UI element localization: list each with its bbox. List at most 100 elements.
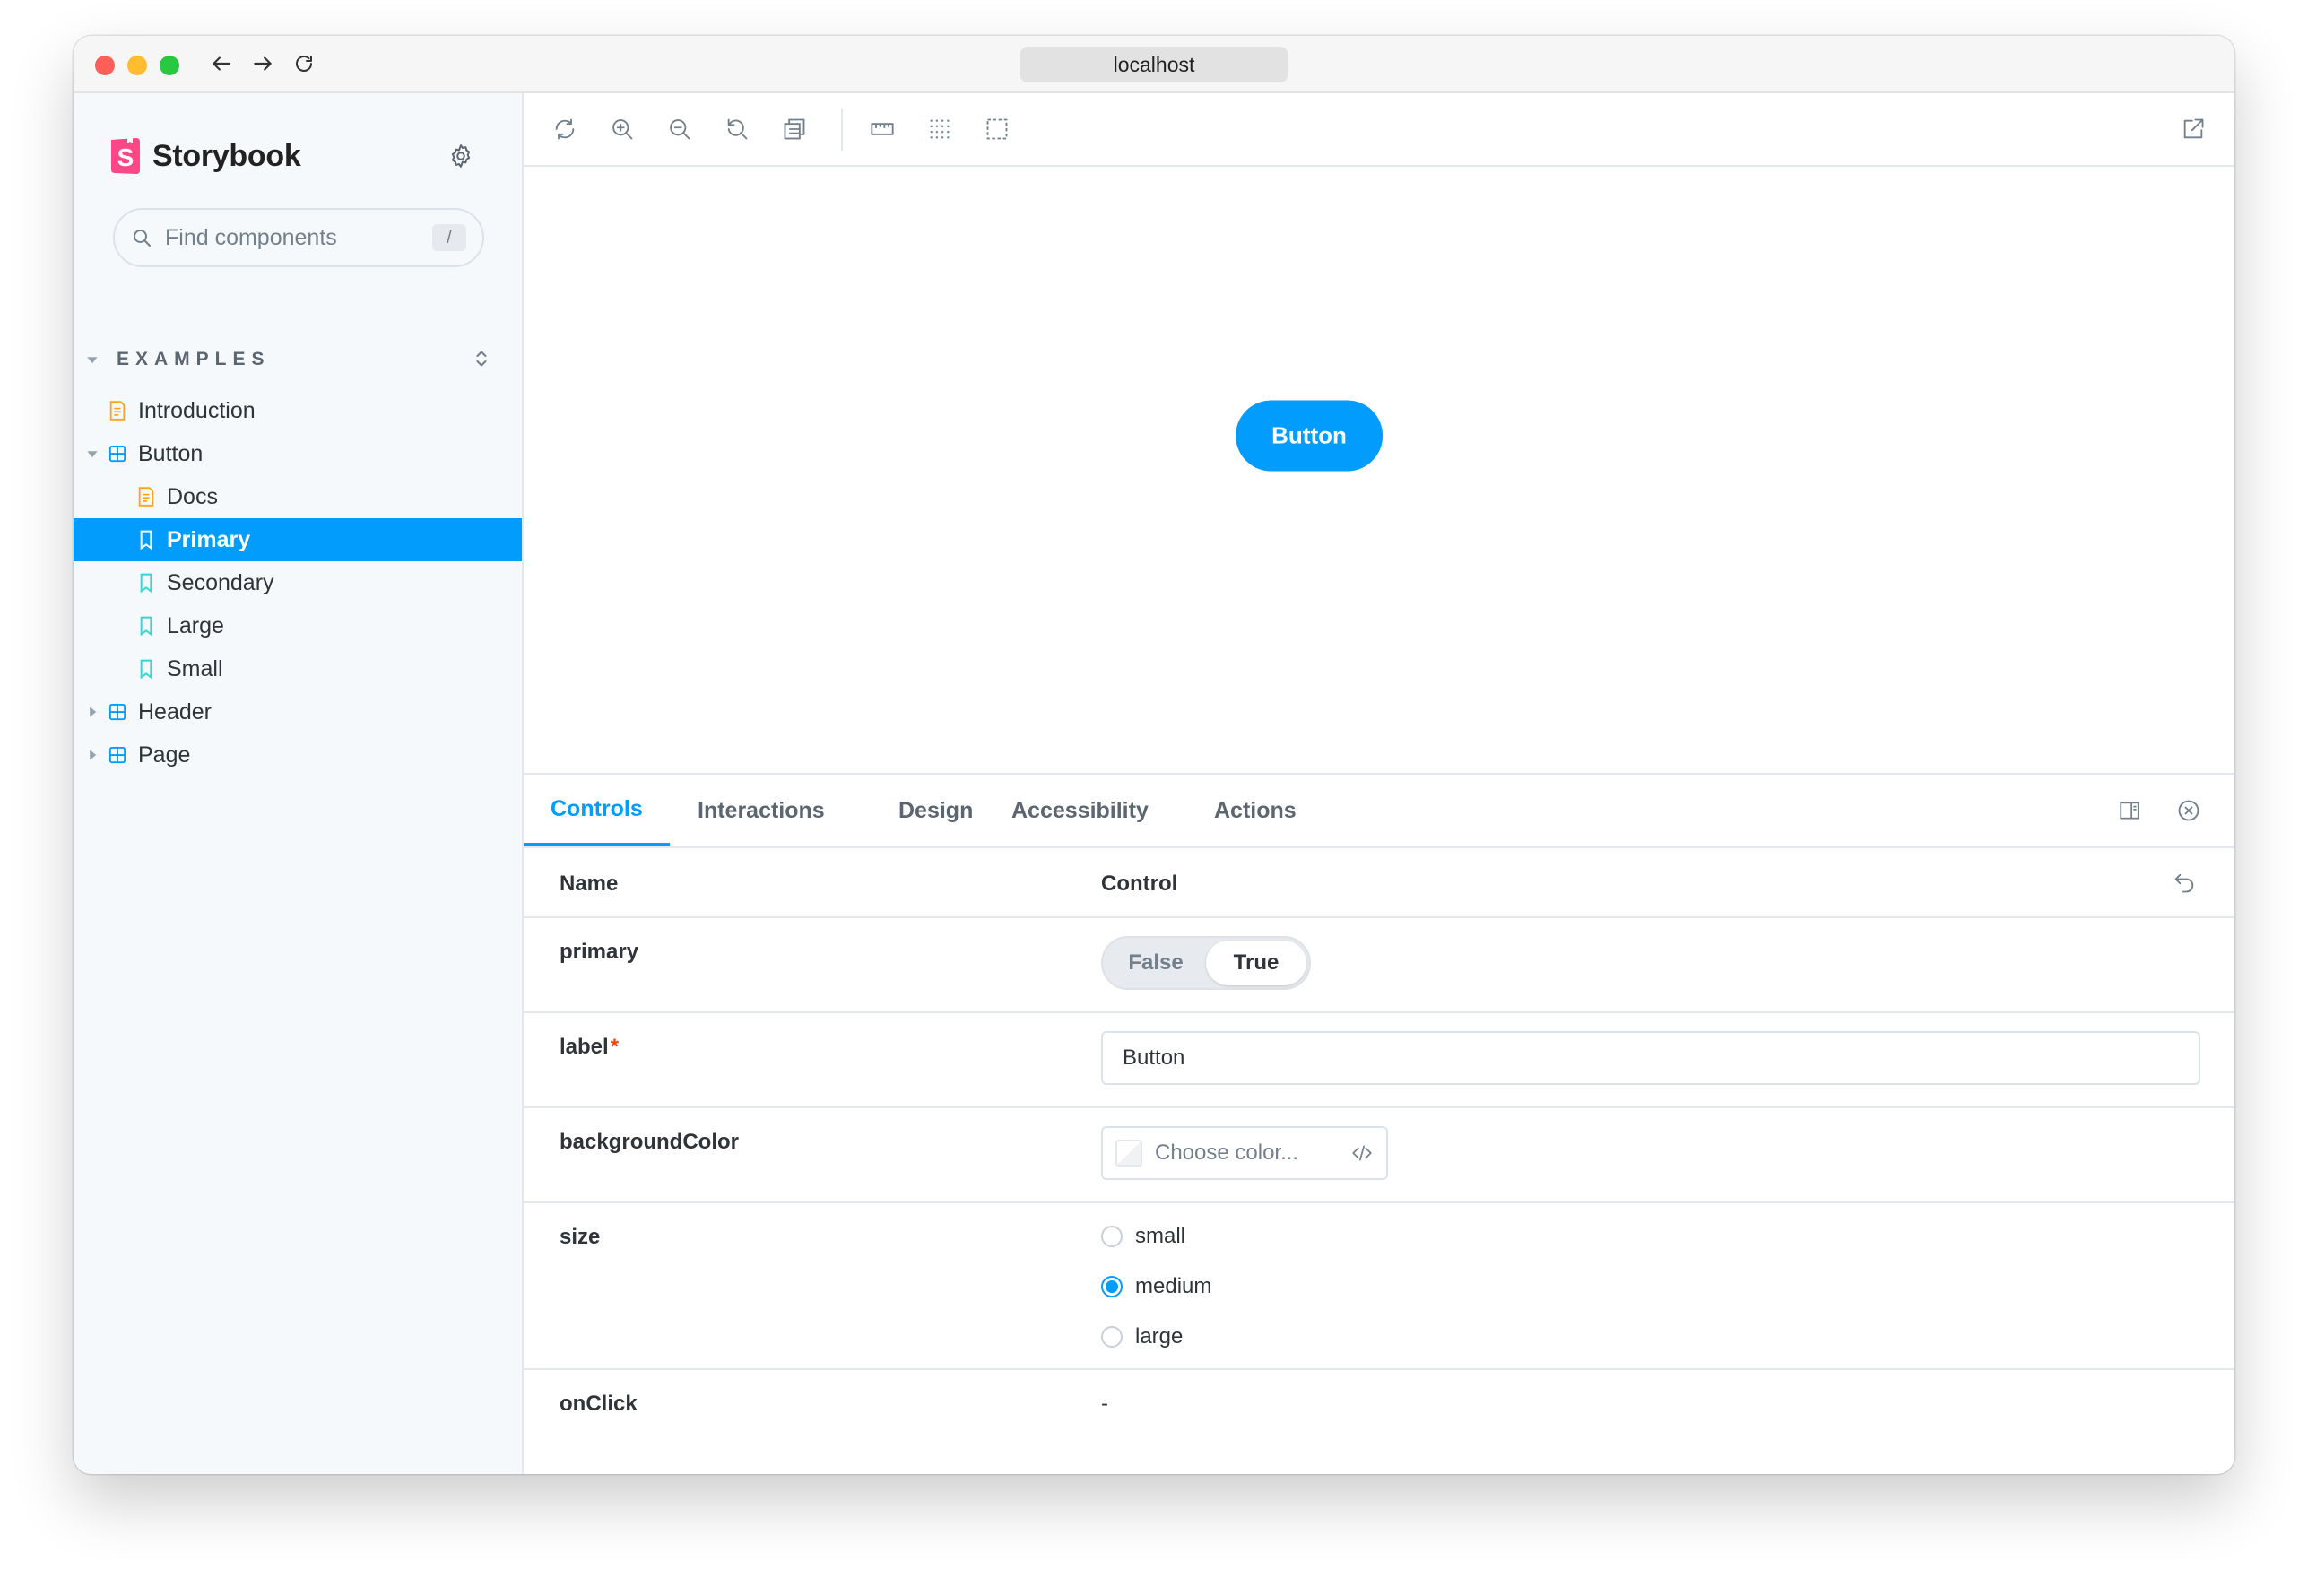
component-icon [108, 745, 127, 765]
bookmark-icon [136, 573, 156, 593]
search-field[interactable]: Find components / [113, 208, 484, 267]
sidebar-right-icon [2120, 802, 2139, 820]
panel-tabs: Controls Interactions Design Accessibili… [524, 775, 2234, 848]
bookmark-icon [136, 616, 156, 636]
boolean-toggle[interactable]: False True [1101, 936, 1311, 990]
svg-text:S: S [117, 143, 134, 171]
radio-option-medium[interactable]: medium [1101, 1271, 1211, 1302]
sidebar-item-large[interactable]: Large [74, 604, 522, 647]
sidebar-item-docs[interactable]: Docs [74, 475, 522, 518]
minimize-window-button[interactable] [127, 56, 147, 75]
maximize-window-button[interactable] [160, 56, 179, 75]
sidebar-item-label: Secondary [167, 569, 274, 595]
prop-name: primary [560, 940, 639, 964]
gear-icon [451, 144, 471, 168]
prop-name: onClick [560, 1392, 638, 1416]
label-text-input[interactable] [1101, 1031, 2200, 1085]
addon-panel: Controls Interactions Design Accessibili… [524, 773, 2234, 1474]
sidebar-item-button[interactable]: Button [74, 432, 522, 475]
reset-controls-button[interactable] [2170, 868, 2199, 897]
control-row-primary: primary False True [524, 918, 2234, 1013]
size-radio-group: small medium large [1101, 1221, 1211, 1352]
column-header-name: Name [560, 872, 619, 896]
toggle-option-false[interactable]: False [1106, 941, 1206, 985]
prop-name-text: label [560, 1035, 609, 1059]
tab-design[interactable]: Design [872, 775, 1000, 846]
document-icon [108, 401, 127, 421]
background-icon [784, 118, 805, 140]
control-row-onclick: onClick - [524, 1370, 2234, 1460]
sidebar-item-small[interactable]: Small [74, 647, 522, 690]
undo-icon [2174, 873, 2194, 893]
sidebar-item-introduction[interactable]: Introduction [74, 389, 522, 432]
address-bar[interactable]: localhost [1020, 47, 1288, 82]
measure-button[interactable] [866, 113, 898, 145]
color-input-placeholder: Choose color... [1155, 1141, 1299, 1165]
close-panel-button[interactable] [2173, 795, 2204, 826]
toggle-option-true[interactable]: True [1206, 941, 1306, 985]
preview-button[interactable]: Button [1236, 400, 1383, 472]
radio-button[interactable] [1101, 1326, 1123, 1348]
sidebar-item-header[interactable]: Header [74, 690, 522, 733]
sidebar-item-label: Primary [167, 526, 251, 552]
color-control: Choose color... [1101, 1126, 1388, 1180]
sidebar-tree: Introduction Button Docs Primary Seconda… [74, 389, 522, 776]
open-new-window-button[interactable] [2177, 113, 2209, 145]
radio-button[interactable] [1101, 1226, 1123, 1247]
background-button[interactable] [778, 113, 811, 145]
sidebar-item-page[interactable]: Page [74, 733, 522, 776]
group-header-examples[interactable]: EXAMPLES [86, 344, 490, 375]
control-row-background-color: backgroundColor Choose color... [524, 1108, 2234, 1203]
search-input[interactable]: Find components [165, 225, 432, 251]
settings-button[interactable] [445, 140, 477, 172]
expand-collapse-toggle[interactable] [473, 348, 490, 374]
grid-button[interactable] [924, 113, 956, 145]
remount-button[interactable] [549, 113, 581, 145]
sidebar-item-label: Large [167, 612, 224, 638]
radio-option-small[interactable]: small [1101, 1221, 1211, 1252]
sidebar-item-primary[interactable]: Primary [74, 518, 522, 561]
tab-controls[interactable]: Controls [524, 775, 670, 846]
browser-window: localhost S Storybook Find components / … [74, 36, 2234, 1474]
prop-name: label* [560, 1035, 619, 1060]
bookmark-icon [136, 530, 156, 550]
panel-orientation-button[interactable] [2114, 795, 2145, 826]
zoom-in-icon [612, 119, 633, 140]
outline-icon [986, 118, 1008, 140]
onclick-control: - [1101, 1392, 1108, 1417]
sidebar-item-label: Docs [167, 483, 218, 509]
radio-button[interactable] [1101, 1276, 1123, 1297]
color-swatch[interactable] [1115, 1140, 1142, 1167]
toolbar-divider [841, 109, 843, 151]
controls-table-header: Name Control [524, 848, 2234, 918]
code-icon[interactable] [1350, 1141, 1374, 1165]
tab-interactions[interactable]: Interactions [671, 775, 852, 846]
radio-label: large [1135, 1324, 1184, 1349]
tab-actions[interactable]: Actions [1187, 775, 1323, 846]
back-button[interactable] [208, 50, 235, 77]
required-indicator: * [610, 1035, 620, 1059]
brand-name: Storybook [152, 138, 301, 173]
tab-accessibility[interactable]: Accessibility [985, 775, 1176, 846]
reload-button[interactable] [291, 50, 317, 77]
storybook-logo-icon: S [111, 137, 140, 174]
radio-label: medium [1135, 1274, 1212, 1298]
sidebar-item-secondary[interactable]: Secondary [74, 561, 522, 604]
sidebar: S Storybook Find components / EXAMPLES I… [74, 93, 524, 1474]
search-icon [134, 230, 151, 247]
forward-button[interactable] [249, 50, 276, 77]
grid-icon [930, 119, 950, 139]
zoom-in-button[interactable] [606, 113, 638, 145]
sidebar-item-label: Small [167, 655, 223, 681]
zoom-out-button[interactable] [664, 113, 696, 145]
chevron-up-down-icon [476, 351, 487, 367]
close-window-button[interactable] [95, 56, 115, 75]
brand[interactable]: S Storybook [109, 136, 301, 176]
outline-button[interactable] [981, 113, 1013, 145]
arrow-right-icon [254, 56, 272, 71]
label-control [1101, 1031, 2200, 1085]
color-picker-input[interactable]: Choose color... [1101, 1126, 1388, 1180]
zoom-reset-button[interactable] [721, 113, 753, 145]
component-icon [108, 702, 127, 722]
radio-option-large[interactable]: large [1101, 1322, 1211, 1352]
